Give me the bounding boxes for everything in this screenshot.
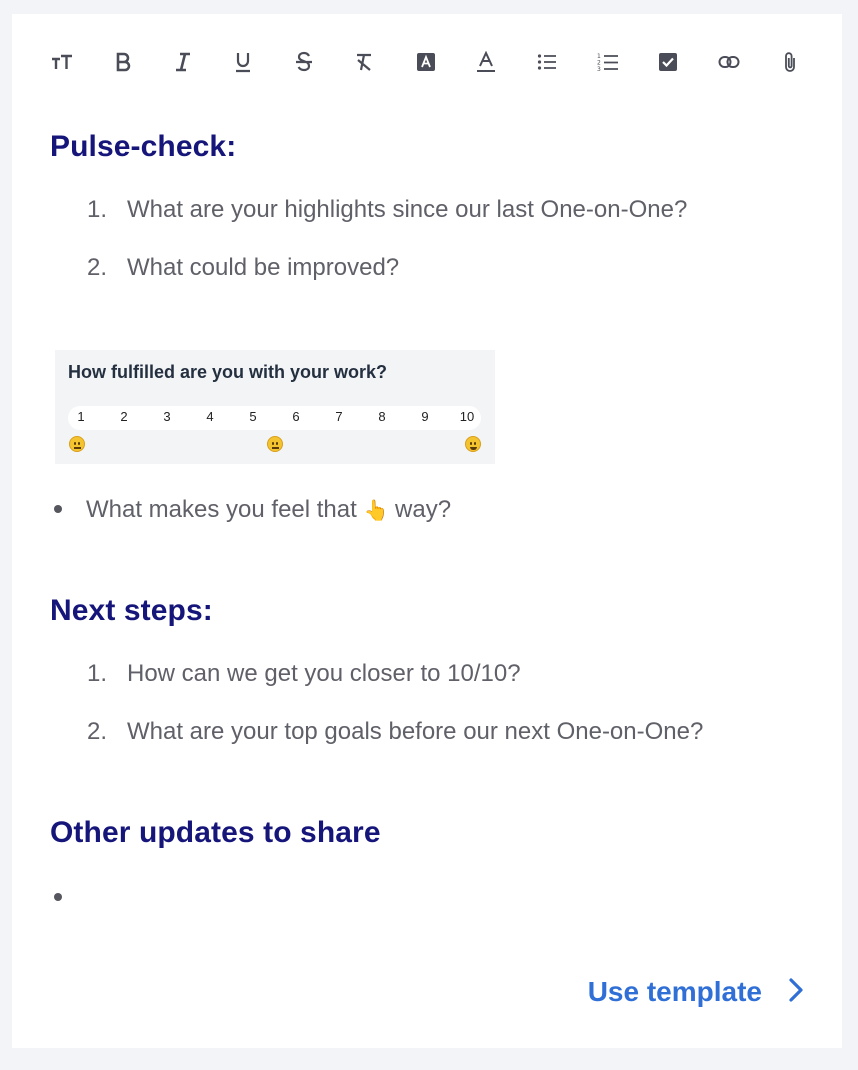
list-item-number: 2.: [87, 254, 108, 281]
underline-icon[interactable]: [227, 48, 259, 76]
list-item: 1. What are your highlights since our las…: [87, 196, 687, 224]
svg-text:3: 3: [597, 66, 601, 72]
list-item: 2. What could be improved?: [87, 254, 399, 282]
fulfillment-scale-image: How fulfilled are you with your work? 1 …: [55, 350, 495, 464]
pulse-check-heading: Pulse-check:: [50, 130, 237, 163]
text-color-icon[interactable]: [470, 48, 502, 76]
list-item-text: What are your top goals before our next …: [127, 718, 704, 745]
list-item-text: What could be improved?: [127, 254, 400, 281]
checkbox-icon[interactable]: [652, 48, 684, 76]
scale-number: 8: [378, 409, 386, 424]
scale-number: 6: [292, 409, 300, 424]
list-item-number: 1.: [87, 196, 108, 223]
scale-number: 3: [163, 409, 171, 424]
bullet-text-start: What makes you feel that: [86, 496, 364, 523]
attachment-icon[interactable]: [774, 48, 806, 76]
empty-bullet-item[interactable]: [50, 884, 86, 912]
scale-number: 7: [335, 409, 343, 424]
template-preview-card: 123 Pulse-check: 1. What are your highlig…: [12, 14, 842, 1048]
numbered-list-icon[interactable]: 123: [592, 48, 624, 76]
bullet-dot: [54, 504, 62, 513]
scale-number: 10: [459, 409, 475, 424]
list-item: 2. What are your top goals before our nex…: [87, 718, 703, 746]
neutral-face-icon: [267, 436, 283, 452]
text-size-icon[interactable]: [46, 48, 78, 76]
scale-number: 1: [77, 409, 85, 424]
clear-format-icon[interactable]: [348, 48, 380, 76]
chevron-right-icon: [788, 977, 804, 1008]
scale-title: How fulfilled are you with your work?: [68, 362, 388, 382]
list-item-number: 2.: [87, 718, 108, 745]
use-template-button[interactable]: Use template: [588, 976, 804, 1008]
bullet-dot: [54, 892, 62, 901]
pointing-up-emoji-icon: 👆: [363, 498, 389, 522]
use-template-label: Use template: [587, 976, 762, 1007]
scale-number: 4: [206, 409, 214, 424]
other-updates-heading: Other updates to share: [50, 816, 381, 849]
list-item-number: 1.: [87, 660, 108, 687]
next-steps-heading: Next steps:: [50, 594, 213, 627]
bullet-list-icon[interactable]: [531, 48, 563, 76]
list-item-text: How can we get you closer to 10/10?: [127, 660, 521, 687]
list-item-text: What are your highlights since our last …: [127, 196, 688, 223]
scale-number: 2: [120, 409, 128, 424]
scale-number: 9: [421, 409, 429, 424]
unhappy-face-icon: [69, 436, 85, 452]
list-item: 1. How can we get you closer to 10/10?: [87, 660, 521, 688]
bullet-text-end: way?: [388, 496, 452, 523]
italic-icon[interactable]: [167, 48, 199, 76]
highlight-icon[interactable]: [410, 48, 442, 76]
bold-icon[interactable]: [107, 48, 139, 76]
star-struck-face-icon: [465, 436, 481, 452]
formatting-toolbar: 123: [12, 14, 842, 110]
scale-number: 5: [249, 409, 257, 424]
bullet-item: What makes you feel that 👆 way?: [50, 496, 451, 524]
strikethrough-icon[interactable]: [288, 48, 320, 76]
link-icon[interactable]: [713, 48, 745, 76]
